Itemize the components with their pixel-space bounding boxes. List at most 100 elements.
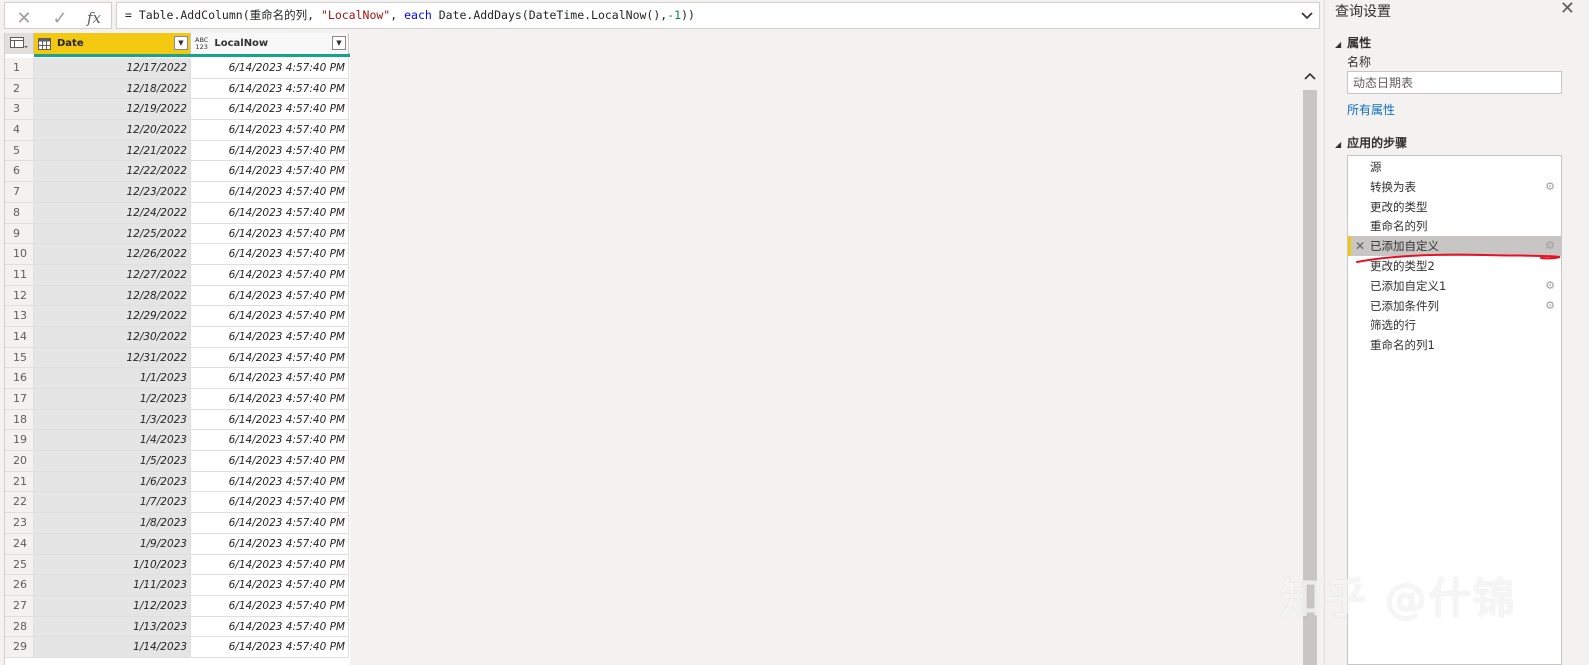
column-header-localnow[interactable]: ABC 123 LocalNow ▼ xyxy=(191,33,349,54)
gear-icon[interactable]: ⚙ xyxy=(1545,296,1555,316)
cell-localnow[interactable]: 6/14/2023 4:57:40 PM xyxy=(191,202,349,224)
table-row[interactable]: 15 12/31/2022 6/14/2023 4:57:40 PM xyxy=(5,347,350,369)
cell-localnow[interactable]: 6/14/2023 4:57:40 PM xyxy=(191,347,349,369)
cell-date[interactable]: 12/30/2022 xyxy=(34,326,191,348)
cell-localnow[interactable]: 6/14/2023 4:57:40 PM xyxy=(191,223,349,245)
scroll-up-arrow-icon[interactable] xyxy=(1302,70,1318,88)
row-number[interactable]: 14 xyxy=(5,326,34,348)
cell-date[interactable]: 12/28/2022 xyxy=(34,285,191,307)
table-row[interactable]: 27 1/12/2023 6/14/2023 4:57:40 PM xyxy=(5,595,350,617)
close-icon[interactable]: ✕ xyxy=(1560,0,1575,19)
applied-step[interactable]: 筛选的行 xyxy=(1348,315,1561,335)
table-row[interactable]: 19 1/4/2023 6/14/2023 4:57:40 PM xyxy=(5,430,350,452)
cell-localnow[interactable]: 6/14/2023 4:57:40 PM xyxy=(191,492,349,514)
applied-step[interactable]: 重命名的列1 xyxy=(1348,335,1561,355)
all-properties-link[interactable]: 所有属性 xyxy=(1347,101,1395,118)
expand-formula-chevron-icon[interactable] xyxy=(1301,3,1313,28)
cell-date[interactable]: 1/11/2023 xyxy=(34,575,191,596)
properties-section-header[interactable]: ◢ 属性 xyxy=(1335,34,1371,51)
table-row[interactable]: 25 1/10/2023 6/14/2023 4:57:40 PM xyxy=(5,554,350,576)
cell-localnow[interactable]: 6/14/2023 4:57:40 PM xyxy=(191,430,349,452)
cell-date[interactable]: 1/9/2023 xyxy=(34,533,191,555)
table-row[interactable]: 12 12/28/2022 6/14/2023 4:57:40 PM xyxy=(5,285,350,307)
table-row[interactable]: 24 1/9/2023 6/14/2023 4:57:40 PM xyxy=(5,533,350,555)
cell-date[interactable]: 1/12/2023 xyxy=(34,595,191,617)
table-row[interactable]: 13 12/29/2022 6/14/2023 4:57:40 PM xyxy=(5,306,350,327)
row-number[interactable]: 20 xyxy=(5,451,34,472)
cell-date[interactable]: 12/21/2022 xyxy=(34,140,191,162)
cell-date[interactable]: 12/19/2022 xyxy=(34,99,191,121)
cell-localnow[interactable]: 6/14/2023 4:57:40 PM xyxy=(191,99,349,121)
row-number[interactable]: 8 xyxy=(5,202,34,224)
table-row[interactable]: 2 12/18/2022 6/14/2023 4:57:40 PM xyxy=(5,78,350,100)
table-row[interactable]: 7 12/23/2022 6/14/2023 4:57:40 PM xyxy=(5,182,350,203)
cell-localnow[interactable]: 6/14/2023 4:57:40 PM xyxy=(191,244,349,265)
cell-localnow[interactable]: 6/14/2023 4:57:40 PM xyxy=(191,58,349,79)
table-row[interactable]: 28 1/13/2023 6/14/2023 4:57:40 PM xyxy=(5,616,350,638)
cell-date[interactable]: 12/22/2022 xyxy=(34,161,191,183)
table-row[interactable]: 8 12/24/2022 6/14/2023 4:57:40 PM xyxy=(5,202,350,224)
cell-date[interactable]: 1/1/2023 xyxy=(34,368,191,389)
cell-localnow[interactable]: 6/14/2023 4:57:40 PM xyxy=(191,616,349,638)
row-number[interactable]: 9 xyxy=(5,223,34,245)
row-number[interactable]: 1 xyxy=(5,58,34,79)
row-number[interactable]: 17 xyxy=(5,389,34,410)
cell-date[interactable]: 12/26/2022 xyxy=(34,244,191,265)
cell-date[interactable]: 1/6/2023 xyxy=(34,471,191,493)
cell-localnow[interactable]: 6/14/2023 4:57:40 PM xyxy=(191,575,349,596)
cell-date[interactable]: 1/3/2023 xyxy=(34,409,191,431)
cell-localnow[interactable]: 6/14/2023 4:57:40 PM xyxy=(191,471,349,493)
table-row[interactable]: 11 12/27/2022 6/14/2023 4:57:40 PM xyxy=(5,264,350,286)
row-number[interactable]: 16 xyxy=(5,368,34,389)
cell-localnow[interactable]: 6/14/2023 4:57:40 PM xyxy=(191,182,349,203)
cell-date[interactable]: 12/18/2022 xyxy=(34,78,191,100)
cell-localnow[interactable]: 6/14/2023 4:57:40 PM xyxy=(191,389,349,410)
table-row[interactable]: 3 12/19/2022 6/14/2023 4:57:40 PM xyxy=(5,99,350,121)
row-number[interactable]: 19 xyxy=(5,430,34,452)
row-number[interactable]: 25 xyxy=(5,554,34,576)
table-row[interactable]: 16 1/1/2023 6/14/2023 4:57:40 PM xyxy=(5,368,350,389)
applied-step[interactable]: 源 xyxy=(1348,157,1561,177)
cell-date[interactable]: 1/10/2023 xyxy=(34,554,191,576)
cell-date[interactable]: 12/24/2022 xyxy=(34,202,191,224)
gear-icon[interactable]: ⚙ xyxy=(1545,177,1555,197)
table-menu-button[interactable] xyxy=(5,33,34,54)
applied-step[interactable]: 更改的类型 xyxy=(1348,197,1561,217)
column-header-date[interactable]: Date ▼ xyxy=(34,33,191,54)
cell-localnow[interactable]: 6/14/2023 4:57:40 PM xyxy=(191,306,349,327)
table-row[interactable]: 26 1/11/2023 6/14/2023 4:57:40 PM xyxy=(5,575,350,596)
cell-localnow[interactable]: 6/14/2023 4:57:40 PM xyxy=(191,78,349,100)
cell-date[interactable]: 1/14/2023 xyxy=(34,637,191,658)
row-number[interactable]: 11 xyxy=(5,264,34,286)
applied-step[interactable]: 已添加自定义1 ⚙ xyxy=(1348,276,1561,296)
cell-date[interactable]: 12/25/2022 xyxy=(34,223,191,245)
fx-button[interactable]: fx xyxy=(77,6,111,30)
table-row[interactable]: 4 12/20/2022 6/14/2023 4:57:40 PM xyxy=(5,120,350,141)
row-number[interactable]: 18 xyxy=(5,409,34,431)
cell-localnow[interactable]: 6/14/2023 4:57:40 PM xyxy=(191,368,349,389)
cell-date[interactable]: 12/23/2022 xyxy=(34,182,191,203)
applied-step[interactable]: 重命名的列 xyxy=(1348,216,1561,236)
cell-date[interactable]: 1/2/2023 xyxy=(34,389,191,410)
cell-localnow[interactable]: 6/14/2023 4:57:40 PM xyxy=(191,533,349,555)
cell-localnow[interactable]: 6/14/2023 4:57:40 PM xyxy=(191,326,349,348)
table-row[interactable]: 21 1/6/2023 6/14/2023 4:57:40 PM xyxy=(5,471,350,493)
applied-step[interactable]: 转换为表 ⚙ xyxy=(1348,177,1561,197)
table-row[interactable]: 23 1/8/2023 6/14/2023 4:57:40 PM xyxy=(5,513,350,534)
cell-date[interactable]: 1/5/2023 xyxy=(34,451,191,472)
cell-localnow[interactable]: 6/14/2023 4:57:40 PM xyxy=(191,409,349,431)
cell-date[interactable]: 12/31/2022 xyxy=(34,347,191,369)
row-number[interactable]: 5 xyxy=(5,140,34,162)
cell-date[interactable]: 12/20/2022 xyxy=(34,120,191,141)
row-number[interactable]: 27 xyxy=(5,595,34,617)
cell-localnow[interactable]: 6/14/2023 4:57:40 PM xyxy=(191,637,349,658)
table-row[interactable]: 17 1/2/2023 6/14/2023 4:57:40 PM xyxy=(5,389,350,410)
applied-step[interactable]: 已添加条件列 ⚙ xyxy=(1348,296,1561,316)
column-filter-dropdown[interactable]: ▼ xyxy=(332,36,346,50)
table-row[interactable]: 9 12/25/2022 6/14/2023 4:57:40 PM xyxy=(5,223,350,245)
row-number[interactable]: 12 xyxy=(5,285,34,307)
row-number[interactable]: 3 xyxy=(5,99,34,121)
cell-date[interactable]: 1/13/2023 xyxy=(34,616,191,638)
cell-date[interactable]: 12/29/2022 xyxy=(34,306,191,327)
applied-steps-section-header[interactable]: ◢ 应用的步骤 xyxy=(1335,134,1407,151)
